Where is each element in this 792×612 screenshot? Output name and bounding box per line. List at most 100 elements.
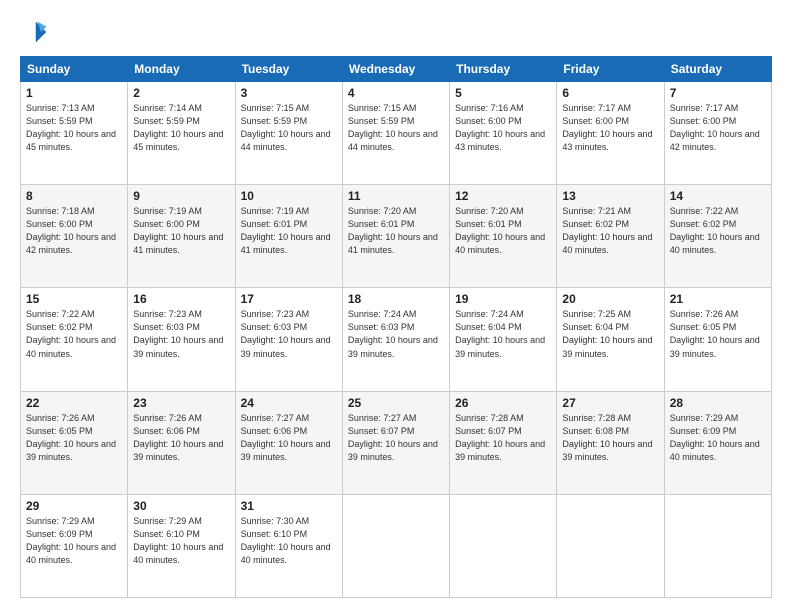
calendar-cell: 3 Sunrise: 7:15 AMSunset: 5:59 PMDaylight…: [235, 82, 342, 185]
calendar-cell: [342, 494, 449, 597]
weekday-header: Monday: [128, 57, 235, 82]
day-info: Sunrise: 7:27 AMSunset: 6:06 PMDaylight:…: [241, 413, 331, 462]
calendar-cell: 25 Sunrise: 7:27 AMSunset: 6:07 PMDayligh…: [342, 391, 449, 494]
day-info: Sunrise: 7:30 AMSunset: 6:10 PMDaylight:…: [241, 516, 331, 565]
day-info: Sunrise: 7:24 AMSunset: 6:04 PMDaylight:…: [455, 309, 545, 358]
day-info: Sunrise: 7:26 AMSunset: 6:05 PMDaylight:…: [26, 413, 116, 462]
day-number: 27: [562, 396, 658, 410]
day-info: Sunrise: 7:24 AMSunset: 6:03 PMDaylight:…: [348, 309, 438, 358]
calendar-cell: 28 Sunrise: 7:29 AMSunset: 6:09 PMDayligh…: [664, 391, 771, 494]
day-number: 21: [670, 292, 766, 306]
calendar-cell: 20 Sunrise: 7:25 AMSunset: 6:04 PMDayligh…: [557, 288, 664, 391]
day-info: Sunrise: 7:20 AMSunset: 6:01 PMDaylight:…: [348, 206, 438, 255]
calendar-cell: 13 Sunrise: 7:21 AMSunset: 6:02 PMDayligh…: [557, 185, 664, 288]
calendar-week: 1 Sunrise: 7:13 AMSunset: 5:59 PMDaylight…: [21, 82, 772, 185]
day-info: Sunrise: 7:25 AMSunset: 6:04 PMDaylight:…: [562, 309, 652, 358]
day-info: Sunrise: 7:14 AMSunset: 5:59 PMDaylight:…: [133, 103, 223, 152]
day-info: Sunrise: 7:17 AMSunset: 6:00 PMDaylight:…: [670, 103, 760, 152]
day-number: 12: [455, 189, 551, 203]
day-info: Sunrise: 7:13 AMSunset: 5:59 PMDaylight:…: [26, 103, 116, 152]
day-info: Sunrise: 7:17 AMSunset: 6:00 PMDaylight:…: [562, 103, 652, 152]
day-number: 3: [241, 86, 337, 100]
calendar-cell: [664, 494, 771, 597]
calendar-cell: 27 Sunrise: 7:28 AMSunset: 6:08 PMDayligh…: [557, 391, 664, 494]
day-number: 8: [26, 189, 122, 203]
calendar-table: SundayMondayTuesdayWednesdayThursdayFrid…: [20, 56, 772, 598]
weekday-header: Friday: [557, 57, 664, 82]
day-number: 31: [241, 499, 337, 513]
day-number: 5: [455, 86, 551, 100]
calendar-cell: 29 Sunrise: 7:29 AMSunset: 6:09 PMDayligh…: [21, 494, 128, 597]
day-info: Sunrise: 7:26 AMSunset: 6:05 PMDaylight:…: [670, 309, 760, 358]
day-number: 19: [455, 292, 551, 306]
calendar-cell: 11 Sunrise: 7:20 AMSunset: 6:01 PMDayligh…: [342, 185, 449, 288]
day-number: 13: [562, 189, 658, 203]
day-info: Sunrise: 7:19 AMSunset: 6:00 PMDaylight:…: [133, 206, 223, 255]
day-number: 9: [133, 189, 229, 203]
calendar-cell: 6 Sunrise: 7:17 AMSunset: 6:00 PMDaylight…: [557, 82, 664, 185]
day-number: 10: [241, 189, 337, 203]
calendar-week: 29 Sunrise: 7:29 AMSunset: 6:09 PMDayligh…: [21, 494, 772, 597]
day-info: Sunrise: 7:19 AMSunset: 6:01 PMDaylight:…: [241, 206, 331, 255]
calendar-cell: [450, 494, 557, 597]
day-info: Sunrise: 7:20 AMSunset: 6:01 PMDaylight:…: [455, 206, 545, 255]
calendar-cell: 5 Sunrise: 7:16 AMSunset: 6:00 PMDaylight…: [450, 82, 557, 185]
weekday-header: Tuesday: [235, 57, 342, 82]
day-number: 7: [670, 86, 766, 100]
calendar-cell: [557, 494, 664, 597]
day-number: 15: [26, 292, 122, 306]
calendar-cell: 21 Sunrise: 7:26 AMSunset: 6:05 PMDayligh…: [664, 288, 771, 391]
calendar-cell: 9 Sunrise: 7:19 AMSunset: 6:00 PMDaylight…: [128, 185, 235, 288]
day-info: Sunrise: 7:23 AMSunset: 6:03 PMDaylight:…: [241, 309, 331, 358]
day-number: 20: [562, 292, 658, 306]
weekday-header: Thursday: [450, 57, 557, 82]
day-number: 26: [455, 396, 551, 410]
calendar-cell: 15Sunrise: 7:22 AMSunset: 6:02 PMDayligh…: [21, 288, 128, 391]
day-info: Sunrise: 7:26 AMSunset: 6:06 PMDaylight:…: [133, 413, 223, 462]
page: SundayMondayTuesdayWednesdayThursdayFrid…: [0, 0, 792, 612]
day-info: Sunrise: 7:15 AMSunset: 5:59 PMDaylight:…: [241, 103, 331, 152]
weekday-header: Wednesday: [342, 57, 449, 82]
day-info: Sunrise: 7:29 AMSunset: 6:09 PMDaylight:…: [670, 413, 760, 462]
day-info: Sunrise: 7:29 AMSunset: 6:09 PMDaylight:…: [26, 516, 116, 565]
logo-icon: [20, 18, 48, 46]
day-number: 11: [348, 189, 444, 203]
day-info: Sunrise: 7:27 AMSunset: 6:07 PMDaylight:…: [348, 413, 438, 462]
weekday-header: Sunday: [21, 57, 128, 82]
day-number: 14: [670, 189, 766, 203]
calendar-cell: 18 Sunrise: 7:24 AMSunset: 6:03 PMDayligh…: [342, 288, 449, 391]
calendar-cell: 22Sunrise: 7:26 AMSunset: 6:05 PMDayligh…: [21, 391, 128, 494]
day-info: Sunrise: 7:18 AMSunset: 6:00 PMDaylight:…: [26, 206, 116, 255]
day-info: Sunrise: 7:16 AMSunset: 6:00 PMDaylight:…: [455, 103, 545, 152]
day-info: Sunrise: 7:28 AMSunset: 6:07 PMDaylight:…: [455, 413, 545, 462]
calendar-cell: 19 Sunrise: 7:24 AMSunset: 6:04 PMDayligh…: [450, 288, 557, 391]
calendar-cell: 4Sunrise: 7:15 AMSunset: 5:59 PMDaylight…: [342, 82, 449, 185]
calendar-cell: 26 Sunrise: 7:28 AMSunset: 6:07 PMDayligh…: [450, 391, 557, 494]
day-number: 28: [670, 396, 766, 410]
day-number: 30: [133, 499, 229, 513]
day-number: 24: [241, 396, 337, 410]
day-info: Sunrise: 7:29 AMSunset: 6:10 PMDaylight:…: [133, 516, 223, 565]
day-number: 1: [26, 86, 122, 100]
day-info: Sunrise: 7:28 AMSunset: 6:08 PMDaylight:…: [562, 413, 652, 462]
day-info: Sunrise: 7:22 AMSunset: 6:02 PMDaylight:…: [670, 206, 760, 255]
calendar-cell: 7 Sunrise: 7:17 AMSunset: 6:00 PMDaylight…: [664, 82, 771, 185]
calendar-week: 8 Sunrise: 7:18 AMSunset: 6:00 PMDaylight…: [21, 185, 772, 288]
day-number: 29: [26, 499, 122, 513]
calendar-cell: 30 Sunrise: 7:29 AMSunset: 6:10 PMDayligh…: [128, 494, 235, 597]
day-number: 17: [241, 292, 337, 306]
day-info: Sunrise: 7:23 AMSunset: 6:03 PMDaylight:…: [133, 309, 223, 358]
day-number: 18: [348, 292, 444, 306]
header: [20, 18, 772, 46]
day-number: 2: [133, 86, 229, 100]
day-number: 6: [562, 86, 658, 100]
calendar-cell: 2 Sunrise: 7:14 AMSunset: 5:59 PMDaylight…: [128, 82, 235, 185]
day-number: 4: [348, 86, 444, 100]
calendar-cell: 24 Sunrise: 7:27 AMSunset: 6:06 PMDayligh…: [235, 391, 342, 494]
day-info: Sunrise: 7:21 AMSunset: 6:02 PMDaylight:…: [562, 206, 652, 255]
day-number: 25: [348, 396, 444, 410]
calendar-cell: 8 Sunrise: 7:18 AMSunset: 6:00 PMDaylight…: [21, 185, 128, 288]
day-number: 23: [133, 396, 229, 410]
calendar-cell: 14 Sunrise: 7:22 AMSunset: 6:02 PMDayligh…: [664, 185, 771, 288]
calendar-cell: 10 Sunrise: 7:19 AMSunset: 6:01 PMDayligh…: [235, 185, 342, 288]
